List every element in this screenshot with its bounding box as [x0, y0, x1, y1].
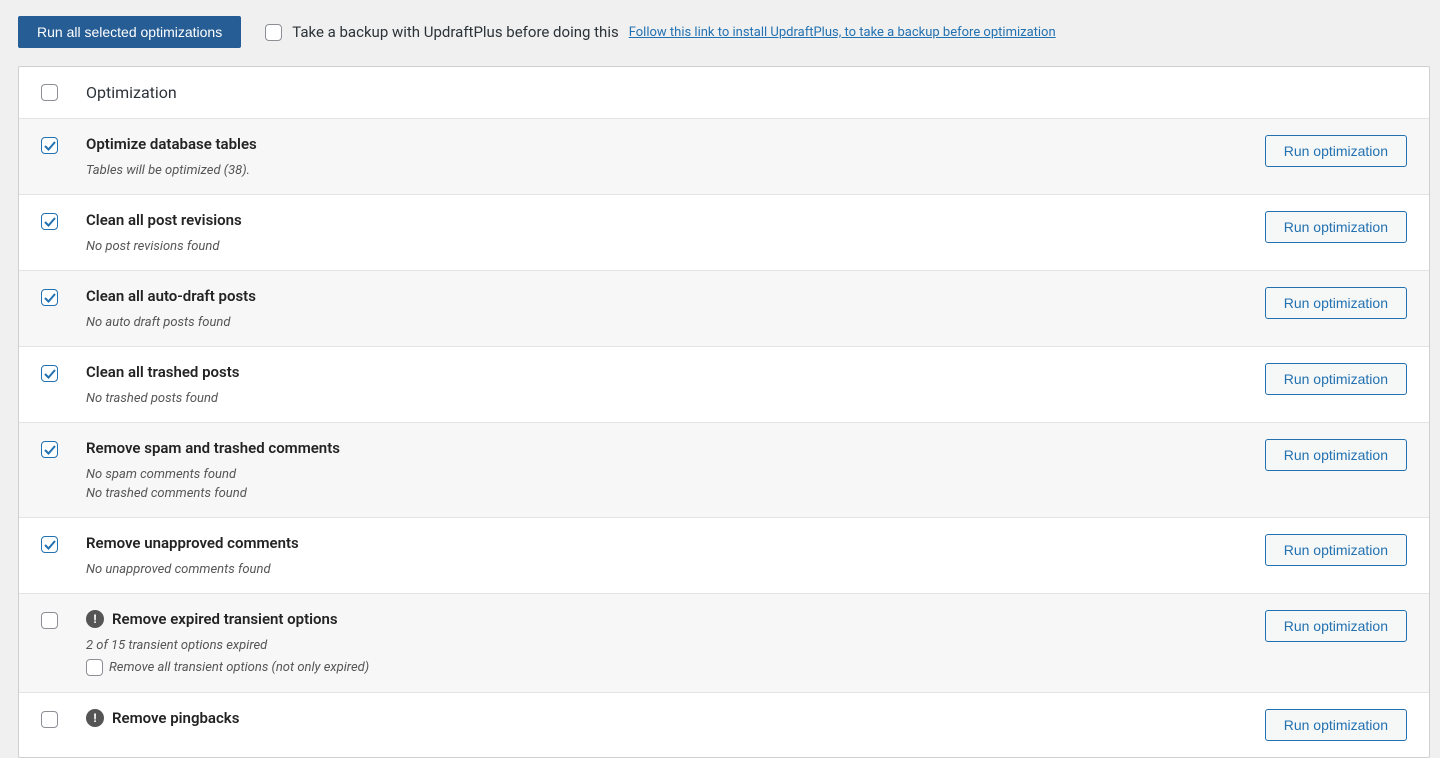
row-title-text: Clean all trashed posts: [86, 363, 239, 381]
optimization-row: Remove spam and trashed comments No spam …: [19, 422, 1429, 517]
optimization-row: Optimize database tables Tables will be o…: [19, 118, 1429, 194]
row-title: ! Remove pingbacks: [86, 709, 1237, 727]
row-title: Clean all post revisions: [86, 211, 1237, 229]
top-bar: Run all selected optimizations Take a ba…: [0, 0, 1440, 66]
row-title: Clean all auto-draft posts: [86, 287, 1237, 305]
row-checkbox[interactable]: [41, 536, 58, 553]
row-checkbox[interactable]: [41, 289, 58, 306]
optimization-row: ! Remove expired transient options 2 of 15…: [19, 593, 1429, 692]
row-checkbox[interactable]: [41, 711, 58, 728]
optimizations-panel: Optimization Optimize database tables Tab…: [18, 66, 1430, 758]
run-optimization-button[interactable]: Run optimization: [1265, 363, 1407, 395]
sub-option-checkbox[interactable]: [86, 659, 103, 676]
row-title-text: Remove unapproved comments: [86, 534, 299, 552]
run-optimization-button[interactable]: Run optimization: [1265, 211, 1407, 243]
row-title-text: Clean all auto-draft posts: [86, 287, 256, 305]
warning-icon: !: [86, 709, 104, 727]
row-title: Remove spam and trashed comments: [86, 439, 1237, 457]
row-description: 2 of 15 transient options expired: [86, 638, 1237, 653]
row-title-text: Remove expired transient options: [112, 610, 338, 628]
row-checkbox[interactable]: [41, 441, 58, 458]
row-description: No unapproved comments found: [86, 562, 1237, 577]
row-title: ! Remove expired transient options: [86, 610, 1237, 628]
row-checkbox[interactable]: [41, 213, 58, 230]
row-title: Remove unapproved comments: [86, 534, 1237, 552]
optimization-row: Clean all post revisions No post revision…: [19, 194, 1429, 270]
row-description: No post revisions found: [86, 239, 1237, 254]
row-title-text: Remove spam and trashed comments: [86, 439, 340, 457]
backup-checkbox[interactable]: [265, 24, 282, 41]
run-all-button[interactable]: Run all selected optimizations: [18, 16, 241, 48]
sub-option: Remove all transient options (not only e…: [86, 659, 1237, 676]
run-optimization-button[interactable]: Run optimization: [1265, 287, 1407, 319]
optimization-row: ! Remove pingbacks Run optimization: [19, 692, 1429, 757]
panel-header: Optimization: [19, 67, 1429, 118]
sub-option-label: Remove all transient options (not only e…: [109, 660, 369, 675]
row-title: Clean all trashed posts: [86, 363, 1237, 381]
row-checkbox[interactable]: [41, 365, 58, 382]
row-description: No trashed comments found: [86, 486, 1237, 501]
row-title-text: Remove pingbacks: [112, 709, 239, 727]
backup-label-text: Take a backup with UpdraftPlus before do…: [292, 23, 618, 41]
row-description: No trashed posts found: [86, 391, 1237, 406]
optimization-row: Clean all auto-draft posts No auto draft …: [19, 270, 1429, 346]
optimization-row: Clean all trashed posts No trashed posts …: [19, 346, 1429, 422]
optimization-row: Remove unapproved comments No unapproved …: [19, 517, 1429, 593]
warning-icon: !: [86, 610, 104, 628]
row-description: Tables will be optimized (38).: [86, 163, 1237, 178]
row-checkbox[interactable]: [41, 137, 58, 154]
run-optimization-button[interactable]: Run optimization: [1265, 610, 1407, 642]
select-all-checkbox[interactable]: [41, 84, 58, 101]
row-title-text: Optimize database tables: [86, 135, 257, 153]
row-checkbox[interactable]: [41, 612, 58, 629]
backup-option: Take a backup with UpdraftPlus before do…: [265, 23, 1055, 41]
run-optimization-button[interactable]: Run optimization: [1265, 439, 1407, 471]
run-optimization-button[interactable]: Run optimization: [1265, 534, 1407, 566]
row-description: No auto draft posts found: [86, 315, 1237, 330]
install-updraftplus-link[interactable]: Follow this link to install UpdraftPlus,…: [629, 25, 1056, 40]
column-header-optimization: Optimization: [86, 83, 177, 102]
row-title: Optimize database tables: [86, 135, 1237, 153]
row-title-text: Clean all post revisions: [86, 211, 242, 229]
run-optimization-button[interactable]: Run optimization: [1265, 709, 1407, 741]
run-optimization-button[interactable]: Run optimization: [1265, 135, 1407, 167]
row-description: No spam comments found: [86, 467, 1237, 482]
